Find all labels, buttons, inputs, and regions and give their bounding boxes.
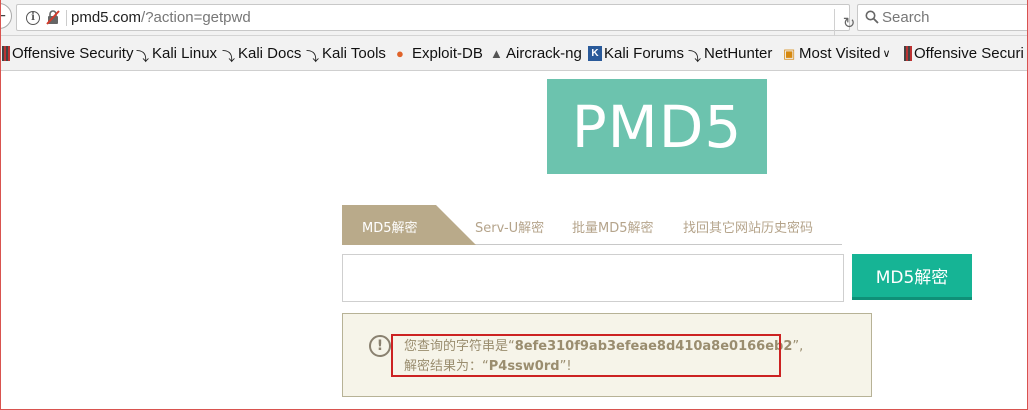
- url-host: pmd5.com: [71, 9, 142, 26]
- result-line-password: 解密结果为：“P4ssw0rd”!: [404, 357, 803, 377]
- logo-text: PMD5: [571, 92, 743, 161]
- info-icon[interactable]: i: [26, 11, 40, 25]
- bookmark-most-visited[interactable]: ▣ Most Visited ∨: [783, 45, 891, 62]
- bookmark-kali-tools[interactable]: ⤵ Kali Tools: [306, 45, 386, 64]
- offsec-icon: [904, 46, 912, 61]
- search-input[interactable]: Search: [857, 4, 1028, 31]
- bookmark-nethunter[interactable]: ⤵ NetHunter: [688, 45, 773, 64]
- result-prefix: 解密结果为：“: [404, 359, 489, 374]
- result-line-hash: 您查询的字符串是“8efe310f9ab3efeae8d410a8e0166eb…: [404, 337, 803, 357]
- bookmark-label: Exploit-DB: [412, 45, 483, 62]
- search-icon: [865, 10, 879, 24]
- tab-serv-u-decrypt[interactable]: Serv-U解密: [475, 217, 544, 236]
- url-text[interactable]: pmd5.com/?action=getpwd: [71, 9, 251, 26]
- tab-batch-md5-decrypt[interactable]: 批量MD5解密: [572, 217, 654, 236]
- bookmark-label: Offensive Securi: [914, 45, 1024, 62]
- kali-forums-icon: K: [588, 46, 602, 61]
- offsec-icon: [2, 46, 10, 61]
- bookmark-label: Kali Forums: [604, 45, 685, 62]
- tab-bar: MD5解密 Serv-U解密 批量MD5解密 找回其它网站历史密码: [342, 205, 842, 245]
- bookmark-label: NetHunter: [704, 45, 773, 62]
- exclamation-icon: !: [369, 335, 391, 357]
- bookmark-offensive-security[interactable]: Offensive Security: [2, 45, 133, 62]
- bookmark-exploit-db[interactable]: ● Exploit-DB: [396, 45, 483, 62]
- tab-md5-decrypt[interactable]: MD5解密: [342, 205, 476, 245]
- navigation-toolbar: ← i pmd5.com/?action=getpwd ↻ Search: [0, 0, 1028, 36]
- bookmark-label: Most Visited: [799, 45, 881, 62]
- bookmark-aircrack-ng[interactable]: ▲ Aircrack-ng: [490, 45, 582, 62]
- result-hash: 8efe310f9ab3efeae8d410a8e0166eb2: [514, 339, 793, 354]
- folder-icon: ▣: [783, 46, 796, 61]
- bookmark-kali-linux[interactable]: ⤵ Kali Linux: [136, 45, 218, 64]
- insecure-lock-icon[interactable]: [46, 10, 60, 25]
- bookmark-kali-forums[interactable]: K Kali Forums: [588, 45, 684, 62]
- url-bar[interactable]: i pmd5.com/?action=getpwd ↻: [16, 4, 855, 36]
- result-suffix: ”,: [792, 339, 804, 354]
- back-button[interactable]: ←: [0, 3, 12, 29]
- kali-icon: ⤵: [222, 49, 236, 64]
- chevron-down-icon: ∨: [882, 48, 891, 60]
- bookmark-label: Kali Linux: [152, 45, 218, 62]
- bookmark-label: Kali Docs: [238, 45, 302, 62]
- search-placeholder: Search: [882, 9, 930, 26]
- kali-icon: ⤵: [136, 49, 150, 64]
- bookmark-label: Offensive Security: [12, 45, 134, 62]
- result-password: P4ssw0rd: [488, 359, 560, 374]
- tab-recover-other-site-passwords[interactable]: 找回其它网站历史密码: [683, 217, 813, 236]
- bookmark-kali-docs[interactable]: ⤵ Kali Docs: [222, 45, 302, 64]
- bookmarks-bar: Offensive Security ⤵ Kali Linux ⤵ Kali Doc…: [0, 36, 1028, 71]
- bookmark-label: Kali Tools: [322, 45, 386, 62]
- kali-icon: ⤵: [688, 49, 702, 64]
- url-path: /?action=getpwd: [141, 9, 251, 26]
- hash-input[interactable]: [342, 254, 844, 302]
- result-prefix: 您查询的字符串是“: [404, 339, 515, 354]
- aircrack-icon: ▲: [490, 46, 503, 61]
- result-message: 您查询的字符串是“8efe310f9ab3efeae8d410a8e0166eb…: [404, 337, 803, 377]
- result-suffix: ”!: [559, 359, 572, 374]
- bookmark-offensive-security-2[interactable]: Offensive Securi: [904, 45, 1024, 62]
- bookmark-label: Aircrack-ng: [506, 45, 582, 62]
- reload-icon: ↻: [842, 13, 856, 32]
- kali-icon: ⤵: [306, 49, 320, 64]
- arrow-left-icon: ←: [0, 8, 6, 24]
- exploit-db-icon: ●: [396, 46, 404, 61]
- url-separator: [66, 10, 67, 26]
- tab-label: MD5解密: [362, 221, 418, 236]
- md5-decrypt-button[interactable]: MD5解密: [852, 254, 972, 300]
- result-box: ! 您查询的字符串是“8efe310f9ab3efeae8d410a8e0166…: [342, 313, 872, 397]
- site-logo[interactable]: PMD5: [547, 79, 767, 174]
